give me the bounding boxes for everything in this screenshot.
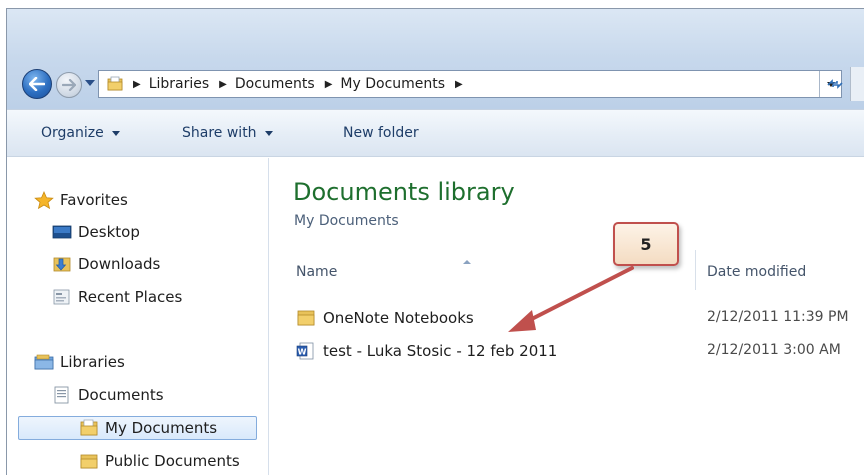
- nav-item-documents[interactable]: Documents: [52, 383, 164, 407]
- explorer-window: ▶ Libraries ▶ Documents ▶ My Documents ▶…: [6, 8, 864, 475]
- sort-ascending-icon: [463, 260, 471, 264]
- nav-item-my-documents[interactable]: My Documents: [18, 416, 257, 440]
- refresh-button[interactable]: [819, 71, 849, 97]
- libraries-icon: [34, 354, 54, 370]
- command-bar: Organize Share with New folder: [7, 109, 864, 157]
- step-number: 5: [640, 234, 652, 254]
- nav-item-favorites[interactable]: Favorites: [34, 188, 128, 212]
- my-documents-folder-icon: [80, 419, 98, 436]
- file-name: test - Luka Stosic - 12 feb 2011: [323, 342, 558, 360]
- forward-button[interactable]: [56, 72, 82, 98]
- forward-arrow-icon: [62, 79, 76, 91]
- documents-icon: [54, 386, 69, 404]
- nav-label-favorites: Favorites: [60, 191, 128, 209]
- nav-label-my-documents: My Documents: [105, 419, 218, 437]
- nav-label-downloads: Downloads: [78, 255, 161, 273]
- nav-label-documents: Documents: [78, 386, 164, 404]
- chevron-down-icon: [111, 130, 120, 136]
- recent-places-icon: [53, 289, 70, 305]
- nav-label-libraries: Libraries: [60, 353, 125, 371]
- word-document-icon: W: [296, 342, 314, 360]
- column-divider[interactable]: [695, 250, 696, 290]
- column-header-name[interactable]: Name: [296, 256, 337, 288]
- nav-item-desktop[interactable]: Desktop: [52, 220, 140, 244]
- chevron-down-icon: [264, 130, 273, 136]
- organize-label: Organize: [41, 125, 104, 141]
- file-row-onenote-notebooks[interactable]: OneNote Notebooks: [296, 306, 474, 330]
- callout-arrow: [508, 266, 634, 332]
- breadcrumb-documents[interactable]: Documents: [235, 76, 315, 92]
- share-with-label: Share with: [182, 125, 257, 141]
- library-title: Documents library: [293, 178, 515, 206]
- share-with-button[interactable]: Share with: [182, 125, 273, 141]
- column-label-name: Name: [296, 264, 338, 280]
- folder-icon: [297, 310, 315, 326]
- organize-button[interactable]: Organize: [41, 125, 120, 141]
- address-bar[interactable]: ▶ Libraries ▶ Documents ▶ My Documents ▶: [98, 70, 842, 98]
- new-folder-button[interactable]: New folder: [343, 125, 419, 141]
- title-bar: ▶ Libraries ▶ Documents ▶ My Documents ▶: [7, 9, 864, 109]
- public-documents-folder-icon: [80, 454, 98, 469]
- nav-item-recent-places[interactable]: Recent Places: [52, 285, 182, 309]
- nav-item-libraries[interactable]: Libraries: [34, 350, 125, 374]
- library-subtitle: My Documents: [294, 213, 399, 229]
- breadcrumb-separator-icon[interactable]: ▶: [455, 79, 463, 90]
- breadcrumb-libraries[interactable]: Libraries: [149, 76, 209, 92]
- nav-item-public-documents[interactable]: Public Documents: [79, 449, 240, 473]
- nav-label-desktop: Desktop: [78, 223, 140, 241]
- back-arrow-icon: [29, 77, 45, 91]
- step-callout: 5: [613, 222, 679, 266]
- nav-item-downloads[interactable]: Downloads: [52, 252, 160, 276]
- refresh-icon: [826, 79, 843, 89]
- star-icon: [34, 191, 54, 209]
- nav-label-public-documents: Public Documents: [105, 452, 240, 470]
- file-date: 2/12/2011 11:39 PM: [707, 309, 849, 325]
- downloads-folder-icon: [53, 257, 71, 272]
- column-label-date-modified: Date modified: [707, 264, 807, 280]
- nav-label-recent-places: Recent Places: [78, 288, 183, 306]
- file-date: 2/12/2011 3:00 AM: [707, 342, 841, 358]
- desktop-icon: [52, 225, 72, 239]
- search-box-edge[interactable]: [850, 67, 864, 101]
- breadcrumb-my-documents[interactable]: My Documents: [340, 76, 445, 92]
- back-button[interactable]: [22, 69, 52, 99]
- new-folder-label: New folder: [343, 125, 419, 141]
- breadcrumb-separator-icon[interactable]: ▶: [219, 79, 227, 90]
- recent-pages-dropdown[interactable]: [85, 80, 95, 86]
- breadcrumb-separator-icon[interactable]: ▶: [133, 79, 141, 90]
- file-name: OneNote Notebooks: [323, 309, 474, 327]
- column-header-date-modified[interactable]: Date modified: [707, 256, 806, 288]
- navigation-pane: Favorites Desktop Downloads Recent Place…: [7, 158, 269, 475]
- svg-text:W: W: [298, 347, 307, 356]
- file-row-test-document[interactable]: W test - Luka Stosic - 12 feb 2011: [296, 339, 557, 363]
- library-folder-icon: [107, 76, 123, 91]
- breadcrumb-separator-icon[interactable]: ▶: [325, 79, 333, 90]
